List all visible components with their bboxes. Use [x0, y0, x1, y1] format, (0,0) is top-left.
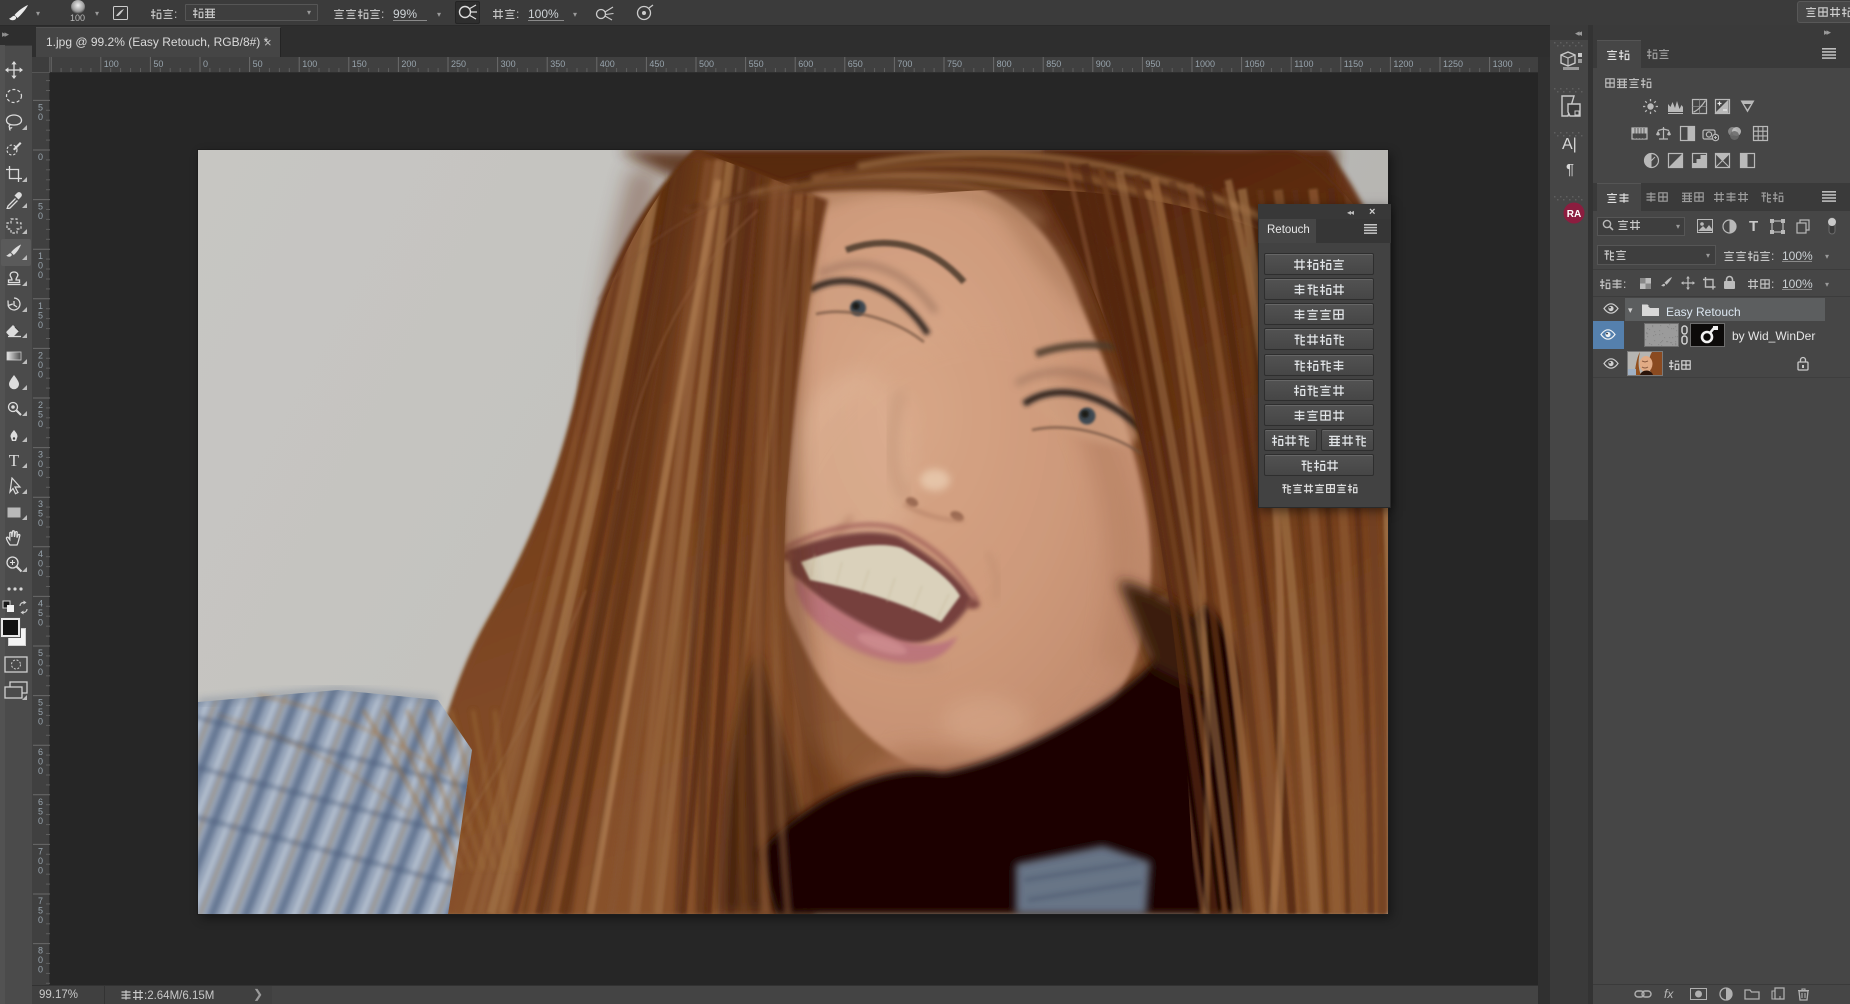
svg-text:5: 5 — [38, 202, 43, 212]
svg-text:0: 0 — [38, 568, 43, 578]
svg-text:2: 2 — [38, 400, 43, 410]
svg-text:1100: 1100 — [1294, 59, 1313, 69]
svg-text:3: 3 — [38, 450, 43, 460]
svg-text:0: 0 — [38, 270, 43, 280]
svg-text:8: 8 — [38, 946, 43, 956]
svg-text:0: 0 — [38, 658, 43, 668]
svg-text:5: 5 — [38, 310, 43, 320]
svg-text:50: 50 — [253, 59, 263, 69]
svg-text:0: 0 — [38, 856, 43, 866]
svg-text:0: 0 — [203, 59, 208, 69]
svg-text:850: 850 — [1046, 59, 1061, 69]
svg-text:0: 0 — [38, 320, 43, 330]
svg-text:0: 0 — [38, 816, 43, 826]
svg-text:100: 100 — [104, 59, 119, 69]
svg-text:50: 50 — [153, 59, 163, 69]
svg-text:0: 0 — [38, 955, 43, 965]
svg-text:0: 0 — [38, 617, 43, 627]
svg-text:0: 0 — [38, 261, 43, 271]
svg-text:0: 0 — [38, 558, 43, 568]
svg-text:650: 650 — [848, 59, 863, 69]
svg-text:4: 4 — [38, 598, 43, 608]
svg-text:0: 0 — [38, 419, 43, 429]
svg-text:0: 0 — [38, 459, 43, 469]
svg-text:1300: 1300 — [1493, 59, 1513, 69]
svg-text:0: 0 — [38, 211, 43, 221]
svg-text:6: 6 — [38, 747, 43, 757]
svg-text:5: 5 — [38, 509, 43, 519]
svg-text:0: 0 — [38, 717, 43, 727]
svg-text:5: 5 — [38, 102, 43, 112]
svg-text:300: 300 — [501, 59, 516, 69]
svg-text:5: 5 — [38, 698, 43, 708]
svg-text:0: 0 — [38, 965, 43, 975]
svg-text:6: 6 — [38, 797, 43, 807]
svg-text:450: 450 — [649, 59, 664, 69]
svg-text:500: 500 — [699, 59, 714, 69]
svg-text:200: 200 — [401, 59, 416, 69]
svg-text:0: 0 — [38, 369, 43, 379]
svg-text:1: 1 — [38, 251, 43, 261]
svg-text:0: 0 — [38, 112, 43, 122]
svg-text:5: 5 — [38, 906, 43, 916]
svg-text:0: 0 — [38, 766, 43, 776]
svg-text:100: 100 — [302, 59, 317, 69]
svg-text:0: 0 — [38, 757, 43, 767]
svg-text:0: 0 — [38, 865, 43, 875]
svg-text:5: 5 — [38, 707, 43, 717]
svg-text:3: 3 — [38, 499, 43, 509]
svg-text:700: 700 — [897, 59, 912, 69]
svg-text:4: 4 — [38, 549, 43, 559]
svg-text:7: 7 — [38, 896, 43, 906]
svg-text:5: 5 — [38, 608, 43, 618]
svg-text:0: 0 — [38, 518, 43, 528]
svg-text:550: 550 — [749, 59, 764, 69]
svg-text:0: 0 — [38, 469, 43, 479]
svg-text:250: 250 — [451, 59, 466, 69]
svg-text:1000: 1000 — [1195, 59, 1215, 69]
svg-text:5: 5 — [38, 648, 43, 658]
svg-text:800: 800 — [997, 59, 1012, 69]
svg-text:0: 0 — [38, 667, 43, 677]
svg-text:5: 5 — [38, 410, 43, 420]
svg-text:1: 1 — [38, 301, 43, 311]
svg-text:2: 2 — [38, 350, 43, 360]
svg-text:T: T — [9, 451, 20, 469]
svg-text:0: 0 — [38, 360, 43, 370]
svg-text:750: 750 — [947, 59, 962, 69]
svg-text:600: 600 — [798, 59, 813, 69]
svg-text:400: 400 — [600, 59, 615, 69]
svg-text:5: 5 — [38, 806, 43, 816]
svg-text:0: 0 — [38, 915, 43, 925]
svg-text:1050: 1050 — [1245, 59, 1265, 69]
svg-text:7: 7 — [38, 846, 43, 856]
svg-text:1250: 1250 — [1443, 59, 1463, 69]
svg-text:950: 950 — [1145, 59, 1160, 69]
svg-text:0: 0 — [38, 152, 43, 162]
svg-text:1150: 1150 — [1344, 59, 1363, 69]
svg-text:350: 350 — [550, 59, 565, 69]
svg-text:150: 150 — [352, 59, 367, 69]
svg-text:1200: 1200 — [1393, 59, 1413, 69]
svg-text:900: 900 — [1096, 59, 1111, 69]
svg-text:RA: RA — [1567, 209, 1581, 220]
